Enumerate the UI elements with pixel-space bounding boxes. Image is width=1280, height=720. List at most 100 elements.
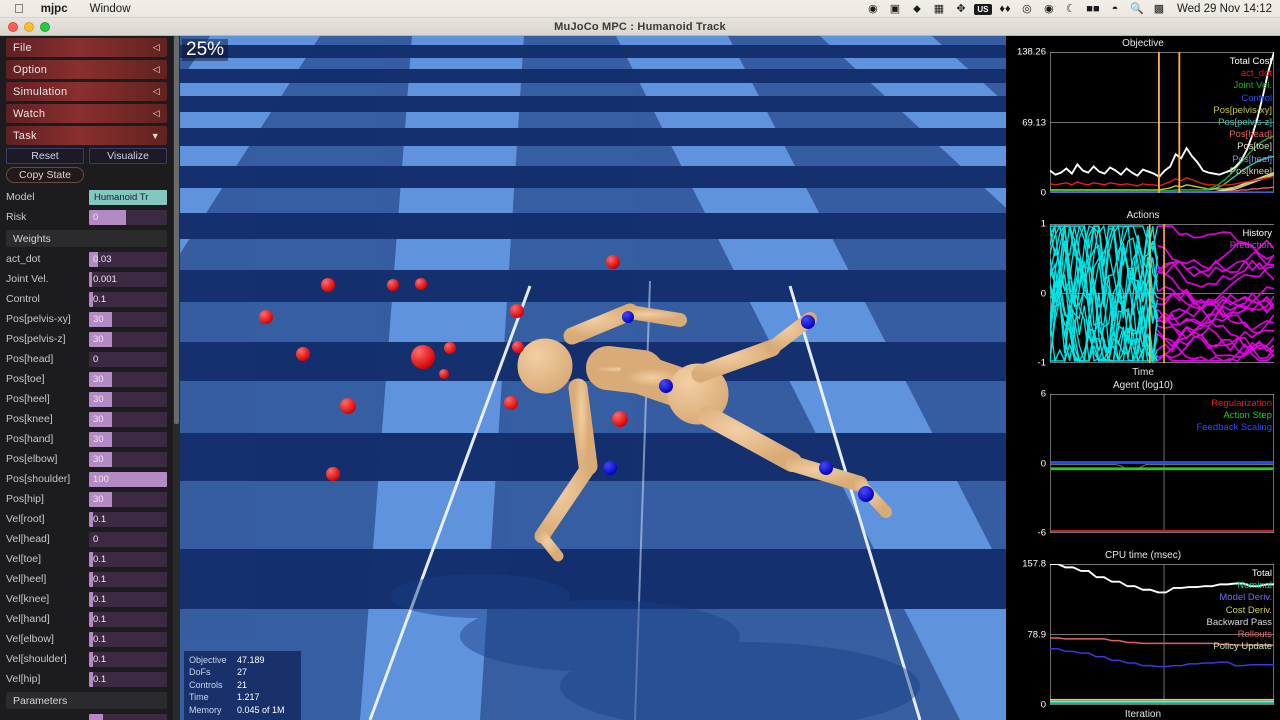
weight-slider[interactable]: 0.001: [89, 271, 167, 287]
timemachine-icon[interactable]: ◎: [1016, 0, 1038, 18]
y-tick-label: 0: [1040, 187, 1046, 199]
close-window-button[interactable]: [8, 22, 18, 32]
weight-slider[interactable]: 30: [89, 451, 167, 467]
weight-label: Vel[elbow]: [6, 633, 54, 645]
weight-value: 0.001: [93, 273, 117, 285]
risk-value: 0: [93, 211, 99, 223]
window-title: MuJoCo MPC : Humanoid Track: [554, 20, 726, 33]
weight-label: Pos[pelvis-xy]: [6, 313, 71, 325]
sidebar-section-file[interactable]: File ◁: [6, 38, 167, 57]
menu-item-window[interactable]: Window: [79, 0, 142, 18]
sidebar-section-task[interactable]: Task ▼: [6, 126, 167, 145]
weight-slider[interactable]: 30: [89, 331, 167, 347]
weight-slider[interactable]: 0: [89, 351, 167, 367]
sidebar-section-watch[interactable]: Watch ◁: [6, 104, 167, 123]
weight-slider[interactable]: 30: [89, 311, 167, 327]
control-center-icon[interactable]: ▩: [1148, 0, 1170, 18]
copy-state-button[interactable]: Copy State: [6, 167, 84, 183]
weight-value: 0.1: [93, 613, 107, 625]
weight-slider[interactable]: 100: [89, 471, 167, 487]
weight-row: Pos[pelvis-xy] 30: [6, 309, 167, 329]
input-source-badge[interactable]: US: [972, 0, 994, 18]
weight-label: Vel[root]: [6, 513, 45, 525]
sidebar-scrollbar[interactable]: [173, 36, 180, 720]
reset-button[interactable]: Reset: [6, 148, 84, 164]
risk-label: Risk: [6, 211, 27, 223]
weight-slider[interactable]: 30: [89, 371, 167, 387]
legend-item: Pos[pelvis-xy]: [1213, 104, 1272, 116]
chart-cpu-time[interactable]: CPU time (msec) 157.8 78.9 0 Total Nomin…: [1006, 548, 1280, 720]
siri-icon[interactable]: ♦♦: [994, 0, 1016, 18]
collapse-left-icon[interactable]: ◁: [153, 42, 160, 53]
scene-render: [180, 36, 1006, 720]
chart-objective[interactable]: Objective 138.26 69.13 0 Total Cost act_…: [1006, 36, 1280, 208]
weight-row: Pos[hand] 30: [6, 429, 167, 449]
weight-slider[interactable]: 0.1: [89, 571, 167, 587]
search-icon[interactable]: 🔍: [1126, 0, 1148, 18]
moon-icon[interactable]: ☾: [1060, 0, 1082, 18]
bluetooth-icon[interactable]: ✥: [950, 0, 972, 18]
display-mirror-icon[interactable]: ◉: [1038, 0, 1060, 18]
parameter-slider[interactable]: [89, 713, 167, 720]
keyboard-icon[interactable]: ▦: [928, 0, 950, 18]
weight-slider-fill: [89, 271, 93, 287]
weight-label: act_dot: [6, 253, 41, 265]
collapse-left-icon[interactable]: ◁: [153, 86, 160, 97]
weight-slider[interactable]: 0.1: [89, 611, 167, 627]
simulation-info-overlay: Objective 47.189 DoFs 27 Controls 21 Time 1.217…: [184, 650, 301, 720]
weight-label: Joint Vel.: [6, 273, 49, 285]
weight-value: 0: [93, 533, 99, 545]
visualize-button[interactable]: Visualize: [89, 148, 167, 164]
display-icon[interactable]: ▣: [884, 0, 906, 18]
menu-item-app-name[interactable]: mjpc: [30, 0, 79, 18]
weight-slider[interactable]: 30: [89, 411, 167, 427]
sidebar-section-simulation[interactable]: Simulation ◁: [6, 82, 167, 101]
weight-value: 0.1: [93, 573, 107, 585]
wifi-icon[interactable]: ◓: [1104, 0, 1126, 18]
weight-slider[interactable]: 30: [89, 431, 167, 447]
collapse-left-icon[interactable]: ◁: [153, 108, 160, 119]
maximize-window-button[interactable]: [40, 22, 50, 32]
chart-title: Actions: [1126, 210, 1160, 221]
legend-item: Regularization: [1211, 398, 1272, 409]
legend-item: Pos[heel]: [1232, 153, 1272, 165]
weight-label: Pos[knee]: [6, 413, 53, 425]
weight-slider[interactable]: 30: [89, 391, 167, 407]
collapse-left-icon[interactable]: ◁: [153, 64, 160, 75]
expand-down-icon[interactable]: ▼: [151, 131, 160, 141]
weight-slider[interactable]: 0.1: [89, 651, 167, 667]
model-select[interactable]: Humanoid Tr: [89, 189, 167, 205]
shield-icon[interactable]: ⬥: [906, 0, 928, 18]
weight-slider[interactable]: 0.03: [89, 251, 167, 267]
risk-slider[interactable]: 0: [89, 209, 167, 225]
control-sidebar[interactable]: File ◁ Option ◁ Simulation ◁ Watch ◁ Tas…: [0, 36, 173, 720]
weight-value: 30: [93, 413, 104, 425]
simulation-viewport[interactable]: 25% Objective 47.189 DoFs 27 Controls 21 Time 1…: [180, 36, 1006, 720]
weight-slider[interactable]: 30: [89, 491, 167, 507]
sidebar-section-label: Watch: [13, 107, 46, 120]
weight-row: Pos[hip] 30: [6, 489, 167, 509]
weight-slider[interactable]: 0: [89, 531, 167, 547]
weight-label: Vel[toe]: [6, 553, 42, 565]
weight-slider[interactable]: 0.1: [89, 671, 167, 687]
menu-bar-clock[interactable]: Wed 29 Nov 14:12: [1170, 3, 1272, 15]
weight-slider[interactable]: 0.1: [89, 591, 167, 607]
weight-slider[interactable]: 0.1: [89, 631, 167, 647]
legend-item: Backward Pass: [1206, 616, 1272, 628]
apple-logo-icon[interactable]: : [8, 0, 30, 18]
record-icon[interactable]: ◉: [862, 0, 884, 18]
sidebar-section-option[interactable]: Option ◁: [6, 60, 167, 79]
weight-slider[interactable]: 0.1: [89, 291, 167, 307]
weight-slider[interactable]: 0.1: [89, 511, 167, 527]
weights-header: Weights: [6, 230, 167, 247]
chart-actions[interactable]: Actions 1 0 -1 History Prediction Time: [1006, 208, 1280, 378]
info-key: Controls: [189, 679, 223, 690]
battery-icon[interactable]: ■■: [1082, 0, 1104, 18]
weight-slider[interactable]: 0.1: [89, 551, 167, 567]
y-tick-label: 1: [1040, 218, 1046, 230]
legend-item: act_dot: [1240, 68, 1272, 80]
chart-agent-log10[interactable]: Agent (log10) 6 0 -6 Regularization Acti…: [1006, 378, 1280, 548]
sidebar-scrollbar-thumb[interactable]: [174, 36, 179, 424]
weight-value: 0.1: [93, 673, 107, 685]
minimize-window-button[interactable]: [24, 22, 34, 32]
